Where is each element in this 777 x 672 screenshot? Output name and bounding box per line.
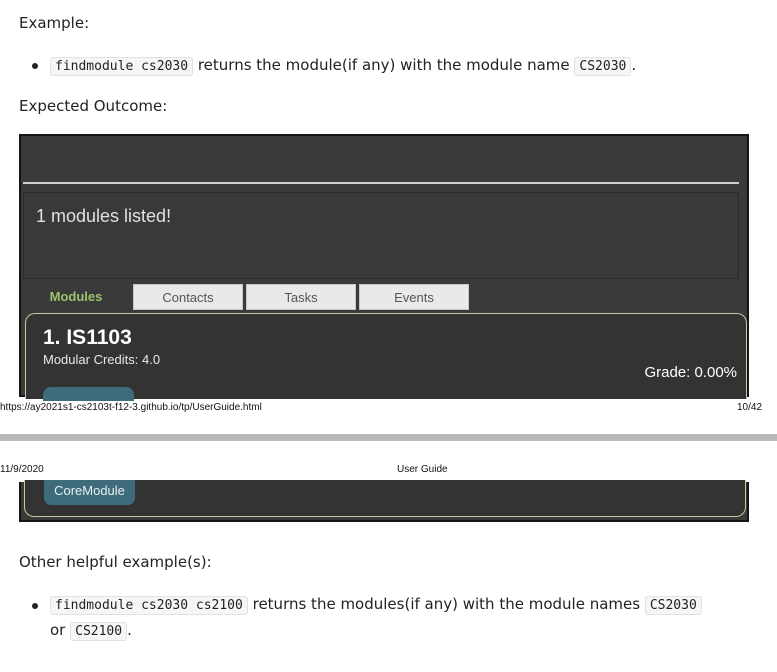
command-box-underline (23, 182, 739, 184)
inline-code-module: CS2030 (574, 57, 632, 76)
other-description: returns the modules(if any) with the mod… (247, 595, 645, 613)
sentence-period: . (631, 56, 637, 74)
module-card-title: 1. IS1103 (43, 326, 132, 349)
example-heading: Example: (19, 14, 90, 32)
module-tag: CoreModule (44, 480, 135, 505)
result-message: 1 modules listed! (36, 206, 172, 226)
other-bullet-line1: findmodule cs2030 cs2100 returns the mod… (50, 595, 702, 615)
module-card-bottom[interactable]: CoreModule (24, 480, 746, 517)
expected-outcome-heading: Expected Outcome: (19, 97, 168, 115)
other-examples-heading: Other helpful example(s): (19, 553, 212, 571)
or-text: or (50, 621, 71, 639)
app-screenshot: 1 modules listed! Modules Contacts Tasks… (19, 134, 749, 401)
module-tag-partial (43, 387, 134, 401)
sentence-period: . (127, 621, 132, 639)
tab-contacts[interactable]: Contacts (133, 284, 243, 310)
pdf-footer-page: 10/42 (737, 402, 763, 413)
result-display: 1 modules listed! (23, 192, 739, 279)
inline-code-module: CS2030 (644, 596, 702, 615)
pdf-header-date: 11/9/2020 (0, 464, 44, 475)
inline-code-module: CS2100 (70, 622, 128, 641)
tab-modules[interactable]: Modules (21, 284, 131, 310)
module-grade: Grade: 0.00% (644, 364, 737, 381)
inline-code-command: findmodule cs2030 (50, 57, 194, 76)
page-divider (0, 434, 777, 441)
bullet-dot (32, 603, 38, 609)
bullet-dot (32, 63, 38, 69)
pdf-footer-url: https://ay2021s1-cs2103t-f12-3.github.io… (0, 402, 262, 413)
pdf-header-title: User Guide (397, 464, 448, 475)
tab-events[interactable]: Events (359, 284, 469, 310)
module-credits: Modular Credits: 4.0 (43, 352, 161, 367)
example-description: returns the module(if any) with the modu… (193, 56, 575, 74)
other-bullet-line2: or CS2100. (50, 621, 132, 641)
module-card[interactable]: 1. IS1103 Modular Credits: 4.0 Grade: 0.… (25, 313, 747, 401)
app-screenshot-continued: CoreModule (19, 480, 749, 522)
inline-code-command: findmodule cs2030 cs2100 (50, 596, 248, 615)
tab-tasks[interactable]: Tasks (246, 284, 356, 310)
example-bullet-text: findmodule cs2030 returns the module(if … (50, 56, 637, 76)
